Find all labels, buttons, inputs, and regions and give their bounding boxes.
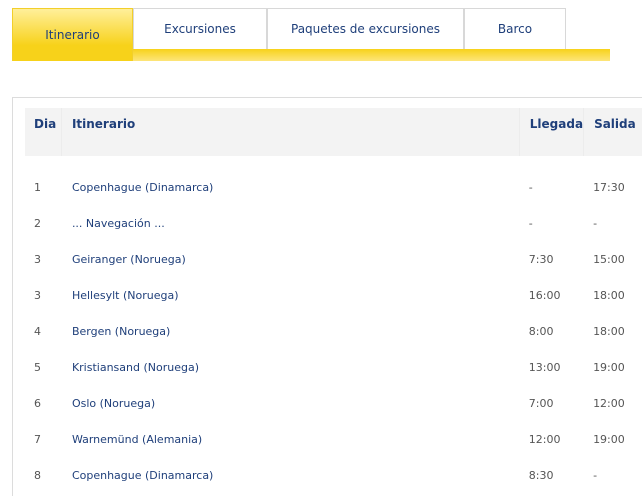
port-cell: Kristiansand (Noruega): [71, 360, 199, 374]
arrival-cell: 7:30: [528, 252, 554, 266]
itinerary-table: Dia Itinerario Llegada Salida 1 Copenhag…: [25, 108, 642, 493]
column-header-dia: Dia: [25, 108, 61, 156]
arrival-cell: 13:00: [528, 360, 561, 374]
arrival-cell: 12:00: [528, 432, 561, 446]
table-row: 3 Geiranger (Noruega) 7:30 15:00: [25, 241, 642, 277]
departure-cell: -: [593, 216, 598, 230]
tab-barco[interactable]: Barco: [464, 8, 566, 49]
table-row: 3 Hellesylt (Noruega) 16:00 18:00: [25, 277, 642, 313]
day-cell: 8: [34, 468, 41, 482]
departure-cell: 12:00: [593, 396, 625, 410]
port-cell: Oslo (Noruega): [71, 396, 156, 410]
departure-cell: 19:00: [593, 432, 625, 446]
day-cell: 2: [34, 216, 41, 230]
port-cell: ... Navegación ...: [71, 216, 165, 230]
port-cell: Bergen (Noruega): [71, 324, 171, 338]
table-row: 7 Warnemünd (Alemania) 12:00 19:00: [25, 421, 642, 457]
tab-excursiones[interactable]: Excursiones: [133, 8, 267, 49]
day-cell: 7: [34, 432, 41, 446]
day-cell: 1: [34, 180, 41, 194]
column-header-salida: Salida: [583, 108, 642, 156]
day-cell: 3: [34, 288, 41, 302]
arrival-cell: 7:00: [528, 396, 554, 410]
table-row: 6 Oslo (Noruega) 7:00 12:00: [25, 385, 642, 421]
tab-paquetes-de-excursiones[interactable]: Paquetes de excursiones: [267, 8, 464, 49]
day-cell: 4: [34, 324, 41, 338]
column-header-itinerario: Itinerario: [60, 108, 519, 156]
tab-bar: Itinerario Excursiones Paquetes de excur…: [12, 8, 610, 61]
table-row: 8 Copenhague (Dinamarca) 8:30 -: [25, 457, 642, 493]
arrival-cell: 8:00: [528, 324, 554, 338]
day-cell: 6: [34, 396, 41, 410]
itinerary-panel: Dia Itinerario Llegada Salida 1 Copenhag…: [12, 97, 642, 496]
arrival-cell: -: [528, 180, 533, 194]
table-row: 2 ... Navegación ... - -: [25, 205, 642, 241]
column-header-llegada: Llegada: [518, 108, 584, 156]
table-row: 4 Bergen (Noruega) 8:00 18:00: [25, 313, 642, 349]
arrival-cell: 8:30: [528, 468, 554, 482]
port-cell: Warnemünd (Alemania): [71, 432, 203, 446]
port-cell: Copenhague (Dinamarca): [71, 468, 214, 482]
departure-cell: 18:00: [593, 324, 625, 338]
day-cell: 5: [34, 360, 41, 374]
table-header-row: Dia Itinerario Llegada Salida: [25, 108, 642, 156]
port-cell: Copenhague (Dinamarca): [71, 180, 214, 194]
departure-cell: -: [593, 468, 598, 482]
port-cell: Hellesylt (Noruega): [71, 288, 179, 302]
departure-cell: 18:00: [593, 288, 625, 302]
table-row: 1 Copenhague (Dinamarca) - 17:30: [25, 156, 642, 205]
departure-cell: 15:00: [593, 252, 625, 266]
tab-itinerario[interactable]: Itinerario: [12, 8, 133, 61]
port-cell: Geiranger (Noruega): [71, 252, 186, 266]
day-cell: 3: [34, 252, 41, 266]
arrival-cell: 16:00: [528, 288, 561, 302]
arrival-cell: -: [528, 216, 533, 230]
table-row: 5 Kristiansand (Noruega) 13:00 19:00: [25, 349, 642, 385]
departure-cell: 19:00: [593, 360, 625, 374]
departure-cell: 17:30: [593, 180, 625, 194]
